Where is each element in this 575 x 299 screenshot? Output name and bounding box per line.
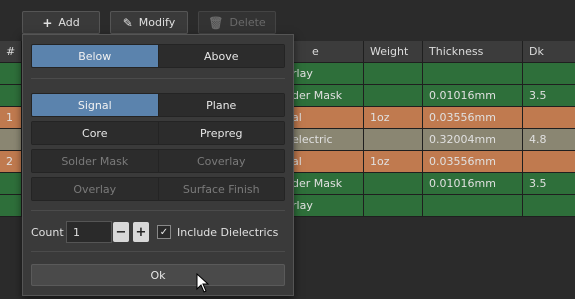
cell-weight xyxy=(364,85,423,106)
ok-button[interactable]: Ok xyxy=(31,264,285,286)
delete-label: Delete xyxy=(229,16,266,29)
signal-option[interactable]: Signal xyxy=(32,94,158,116)
cell-number: 2 xyxy=(0,151,22,172)
core-option[interactable]: Core xyxy=(32,122,158,144)
layer-type-row-3: Solder Mask Coverlay xyxy=(31,149,285,173)
surface-finish-option: Surface Finish xyxy=(157,178,284,200)
modify-label: Modify xyxy=(138,16,176,29)
column-header-number[interactable]: # xyxy=(0,41,22,62)
cell-dk xyxy=(523,107,575,128)
cell-thickness xyxy=(423,195,523,216)
cell-dk: 3.5 xyxy=(529,177,547,190)
overlay-option: Overlay xyxy=(32,178,158,200)
modify-button[interactable]: ✎ Modify xyxy=(110,11,188,34)
cell-thickness: 0.03556mm xyxy=(423,107,523,128)
add-button[interactable]: + Add xyxy=(22,11,100,34)
solder-mask-option: Solder Mask xyxy=(32,150,158,172)
delete-button: 🗑 Delete xyxy=(198,11,276,34)
cell-weight xyxy=(364,195,423,216)
cell-thickness: 0.32004mm xyxy=(423,129,523,150)
plane-option[interactable]: Plane xyxy=(157,94,284,116)
below-option[interactable]: Below xyxy=(32,45,158,67)
pencil-icon: ✎ xyxy=(122,15,133,30)
decrement-button[interactable]: − xyxy=(113,222,129,242)
mouse-pointer-icon xyxy=(196,273,210,293)
plus-icon: + xyxy=(42,15,53,30)
cell-number xyxy=(0,195,22,216)
checkmark-icon: ✓ xyxy=(159,226,169,238)
prepreg-option[interactable]: Prepreg xyxy=(157,122,284,144)
cell-number xyxy=(0,63,22,84)
cell-dk xyxy=(523,63,575,84)
increment-button[interactable]: + xyxy=(133,222,149,242)
include-dielectrics-checkbox[interactable]: ✓ xyxy=(157,225,171,239)
cell-weight xyxy=(364,173,423,194)
cell-dk xyxy=(523,151,575,172)
cell-number xyxy=(0,129,22,150)
cell-thickness: 0.01016mm xyxy=(423,173,523,194)
column-header-weight[interactable]: Weight xyxy=(364,41,423,62)
column-header-dk[interactable]: Dk xyxy=(523,41,575,62)
cell-weight xyxy=(364,129,423,150)
above-option[interactable]: Above xyxy=(157,45,284,67)
cell-weight: 1oz xyxy=(364,107,423,128)
divider xyxy=(31,251,285,252)
divider xyxy=(31,210,285,211)
cell-thickness: 0.03556mm xyxy=(423,151,523,172)
column-header-thickness[interactable]: Thickness xyxy=(423,41,523,62)
count-label: Count xyxy=(31,226,64,239)
add-label: Add xyxy=(58,16,80,29)
layer-type-row-4: Overlay Surface Finish xyxy=(31,177,285,201)
cell-thickness xyxy=(423,63,523,84)
layer-type-row-1: Signal Plane xyxy=(31,93,285,117)
cell-dk: 3.5 xyxy=(529,89,547,102)
position-toggle: Below Above xyxy=(31,44,285,68)
cell-number xyxy=(0,173,22,194)
coverlay-option: Coverlay xyxy=(157,150,284,172)
cell-weight xyxy=(364,63,423,84)
count-input[interactable]: 1 xyxy=(66,221,112,243)
add-layer-popup: Below Above Signal Plane Core Prepreg So… xyxy=(22,34,294,296)
trash-icon: 🗑 xyxy=(208,15,224,30)
divider xyxy=(31,78,285,79)
cell-thickness: 0.01016mm xyxy=(423,85,523,106)
cell-number xyxy=(0,85,22,106)
cell-weight: 1oz xyxy=(364,151,423,172)
cell-number: 1 xyxy=(0,107,22,128)
cell-dk xyxy=(523,195,575,216)
include-dielectrics-label: Include Dielectrics xyxy=(177,226,279,239)
layer-type-row-2: Core Prepreg xyxy=(31,121,285,145)
cell-dk: 4.8 xyxy=(529,133,547,146)
